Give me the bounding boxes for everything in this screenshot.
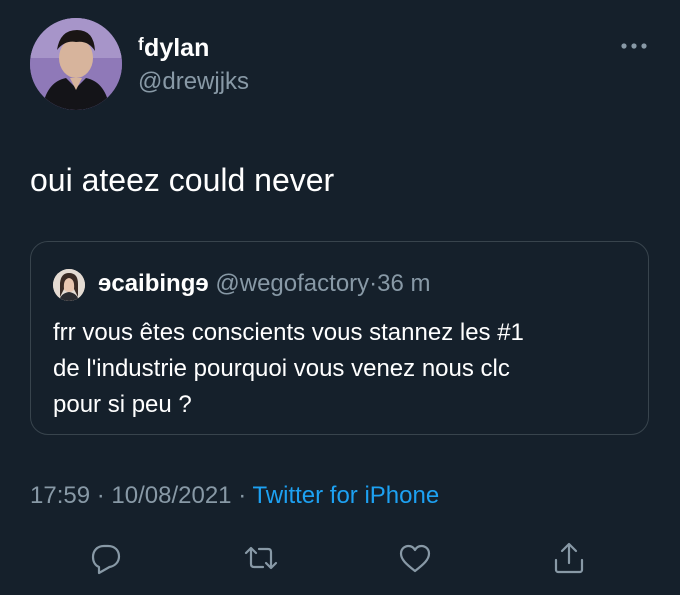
quoted-author-avatar — [53, 269, 85, 301]
more-options-button[interactable] — [618, 36, 652, 56]
quoted-tweet-header: ɘcaibingɘ @wegofactory·36 m — [98, 268, 431, 300]
tweet-text: oui ateez could never — [30, 162, 335, 198]
quoted-timestamp: 36 m — [377, 270, 431, 297]
retweet-button[interactable] — [243, 540, 279, 576]
more-horizontal-icon — [621, 43, 647, 49]
reply-icon — [91, 544, 121, 575]
quoted-author-name: ɘcaibingɘ — [98, 270, 209, 297]
like-button[interactable] — [397, 540, 433, 576]
like-icon — [399, 544, 431, 573]
tweet-date[interactable]: 10/08/2021 — [111, 482, 231, 509]
quoted-tweet-body: frr vous êtes conscients vous stannez le… — [53, 315, 633, 423]
author-avatar[interactable] — [30, 18, 122, 110]
reply-button[interactable] — [88, 540, 124, 576]
tweet-time[interactable]: 17:59 — [30, 482, 90, 509]
retweet-icon — [244, 546, 278, 570]
share-button[interactable] — [551, 540, 587, 576]
quoted-separator: · — [369, 270, 378, 297]
meta-separator: · — [238, 482, 247, 509]
share-icon — [554, 542, 584, 574]
quoted-body-line: pour si peu ? — [53, 391, 192, 418]
meta-separator: · — [96, 482, 105, 509]
tweet-meta: 17:59 · 10/08/2021 · Twitter for iPhone — [30, 480, 439, 512]
quoted-author-handle: @wegofactory — [215, 270, 370, 297]
quoted-body-line: frr vous êtes conscients vous stannez le… — [53, 319, 524, 346]
author-display-name[interactable]: ᶠdylan — [138, 33, 209, 63]
author-handle[interactable]: @drewjjks — [138, 67, 249, 97]
quoted-tweet-card[interactable]: ɘcaibingɘ @wegofactory·36 m frr vous ête… — [30, 241, 649, 435]
quoted-body-line: de l'industrie pourquoi vous venez nous … — [53, 355, 510, 382]
tweet-source-link[interactable]: Twitter for iPhone — [252, 482, 439, 509]
